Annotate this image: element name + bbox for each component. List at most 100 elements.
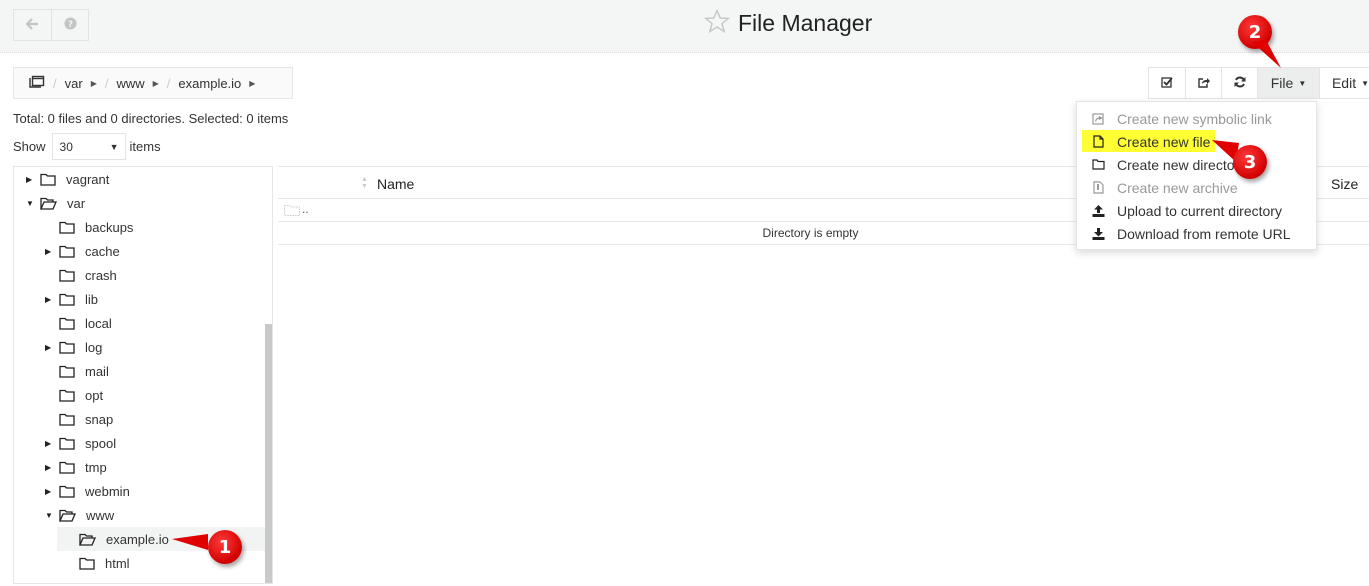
breadcrumb-item-var[interactable]: var <box>65 76 83 91</box>
directory-tree: ▶ vagrant ▼ var backups ▶ cache crash ▶ lib local ▶… <box>13 166 273 584</box>
column-header-size[interactable]: Size <box>1331 176 1358 192</box>
checkbox-icon <box>1161 75 1173 91</box>
tree-item-label: www <box>86 507 115 523</box>
symlink-icon <box>1091 112 1105 125</box>
folder-icon <box>59 389 75 402</box>
tree-item-label: var <box>67 195 86 211</box>
share-button[interactable] <box>1185 68 1221 98</box>
file-dropdown-menu: Create new symbolic link Create new file C… <box>1076 101 1317 250</box>
tree-item-www[interactable]: ▼ www <box>45 503 114 527</box>
tree-item-label: cache <box>85 243 120 259</box>
select-all-button[interactable] <box>1149 68 1185 98</box>
star-outline-icon[interactable] <box>703 8 731 37</box>
tree-item-vagrant[interactable]: ▶ vagrant <box>26 167 109 191</box>
edit-menu-button[interactable]: Edit ▼ <box>1319 68 1369 98</box>
menu-item-label: Create new symbolic link <box>1117 110 1272 127</box>
page-title: File Manager <box>738 9 873 36</box>
tree-item-snap[interactable]: snap <box>45 407 113 431</box>
tree-item-mail[interactable]: mail <box>45 359 109 383</box>
upload-icon <box>1091 204 1105 217</box>
folder-icon <box>59 317 75 330</box>
title-area: File Manager <box>703 8 873 37</box>
callout-pointer-2 <box>1252 40 1281 68</box>
refresh-button[interactable] <box>1221 68 1257 98</box>
tree-item-log[interactable]: ▶ log <box>45 335 102 359</box>
menu-item-create-new-file[interactable]: Create new file <box>1077 130 1316 153</box>
tree-item-backups[interactable]: backups <box>45 215 133 239</box>
tree-item-html[interactable]: html <box>65 551 130 575</box>
menu-item-download-from-remote-url[interactable]: Download from remote URL <box>1077 222 1316 245</box>
archive-icon <box>1091 181 1105 194</box>
sort-icon[interactable]: ▲▼ <box>361 176 368 190</box>
page-size-select[interactable]: 30 ▼ <box>51 133 126 160</box>
callout-pointer-1 <box>172 534 208 550</box>
tree-item-label: snap <box>85 411 114 427</box>
menu-item-label: Create new file <box>1117 133 1211 150</box>
column-header-name[interactable]: Name <box>377 176 414 192</box>
tree-item-label: example.io <box>106 531 169 547</box>
tree-item-tmp[interactable]: ▶ tmp <box>45 455 107 479</box>
tree-item-spool[interactable]: ▶ spool <box>45 431 116 455</box>
folder-icon <box>59 437 75 450</box>
selection-summary: Total: 0 files and 0 directories. Select… <box>13 111 289 126</box>
toolbar: File ▼ Edit ▼ <box>1148 67 1369 99</box>
tree-item-lib[interactable]: ▶ lib <box>45 287 98 311</box>
callout-badge-1: 1 <box>208 530 242 564</box>
tree-item-label: html <box>105 555 130 571</box>
menu-item-create-new-archive[interactable]: Create new archive <box>1077 176 1316 199</box>
file-menu-label: File <box>1270 75 1294 91</box>
folder-icon <box>59 293 75 306</box>
tree-item-label: vagrant <box>66 171 110 187</box>
tree-item-label: webmin <box>85 483 130 499</box>
edit-menu-label: Edit <box>1331 75 1357 91</box>
arrow-left-icon <box>25 17 39 33</box>
caret-down-icon: ▼ <box>1298 78 1307 88</box>
caret-right-icon[interactable]: ▶ <box>45 439 59 448</box>
breadcrumb-item-example-io[interactable]: example.io <box>178 76 241 91</box>
question-circle-icon: ? <box>64 17 77 33</box>
folder-icon <box>59 485 75 498</box>
tree-item-var[interactable]: ▼ var <box>26 191 85 215</box>
caret-right-icon[interactable]: ▶ <box>45 247 59 256</box>
file-menu-button[interactable]: File ▼ <box>1257 68 1319 98</box>
folder-icon <box>40 173 56 186</box>
caret-right-icon[interactable]: ▶ <box>26 175 40 184</box>
folder-icon <box>79 557 95 570</box>
folder-open-icon <box>59 509 76 522</box>
folder-open-icon <box>40 197 57 210</box>
caret-right-icon[interactable]: ▶ <box>45 343 59 352</box>
tree-item-label: local <box>85 315 112 331</box>
caret-right-icon[interactable]: ▶ <box>153 79 159 88</box>
tree-scrollbar[interactable] <box>265 324 272 583</box>
tree-item-webmin[interactable]: ▶ webmin <box>45 479 130 503</box>
breadcrumb-separator: / <box>53 75 57 91</box>
svg-text:?: ? <box>67 20 72 30</box>
caret-right-icon[interactable]: ▶ <box>91 79 97 88</box>
caret-down-icon[interactable]: ▼ <box>26 199 40 208</box>
share-icon <box>1197 75 1210 91</box>
caret-right-icon[interactable]: ▶ <box>45 295 59 304</box>
menu-item-create-new-symbolic-link[interactable]: Create new symbolic link <box>1077 107 1316 130</box>
back-button[interactable] <box>14 10 51 40</box>
caret-down-icon[interactable]: ▼ <box>45 511 59 520</box>
folders-icon[interactable] <box>29 75 45 91</box>
menu-item-create-new-directory[interactable]: Create new directory <box>1077 153 1316 176</box>
tree-item-label: log <box>85 339 103 355</box>
file-icon <box>1091 135 1105 148</box>
header-bar: ? File Manager <box>0 0 1369 53</box>
tree-item-local[interactable]: local <box>45 311 112 335</box>
breadcrumb-item-www[interactable]: www <box>116 76 144 91</box>
caret-right-icon[interactable]: ▶ <box>45 487 59 496</box>
breadcrumb: / var ▶ / www ▶ / example.io ▶ <box>13 67 293 99</box>
tree-item-label: lib <box>85 291 99 307</box>
menu-item-upload-to-current-directory[interactable]: Upload to current directory <box>1077 199 1316 222</box>
help-button[interactable]: ? <box>51 10 88 40</box>
tree-item-cache[interactable]: ▶ cache <box>45 239 120 263</box>
tree-item-opt[interactable]: opt <box>45 383 103 407</box>
page-size-control: Show 30 ▼ items <box>13 133 161 160</box>
parent-directory-label: .. <box>302 202 309 216</box>
caret-right-icon[interactable]: ▶ <box>45 463 59 472</box>
folder-icon <box>284 204 300 219</box>
caret-right-icon[interactable]: ▶ <box>249 79 255 88</box>
tree-item-crash[interactable]: crash <box>45 263 117 287</box>
